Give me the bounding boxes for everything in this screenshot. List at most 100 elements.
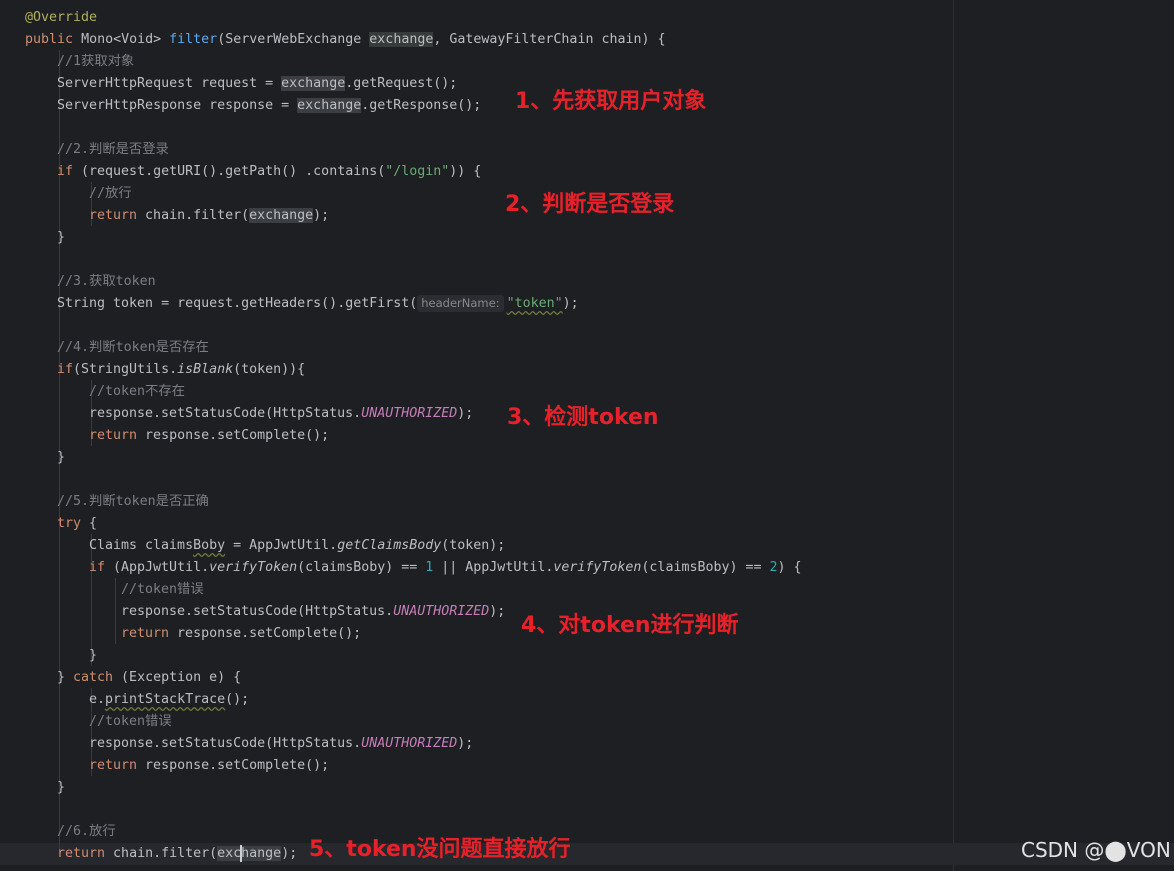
code-line[interactable]: return chain.filter(exchange);	[57, 843, 297, 865]
csdn-watermark: CSDN @⬤VON	[1021, 838, 1171, 862]
code-text: (AppJwtUtil.	[105, 560, 210, 575]
annotation-step-2: 2、判断是否登录	[505, 192, 675, 217]
code-text: response.setComplete();	[137, 758, 330, 773]
code-text: );	[457, 406, 474, 421]
static-method: verifyToken	[209, 560, 298, 575]
code-line[interactable]: if(StringUtils.isBlank(token)){	[57, 359, 305, 381]
code-text: (ServerWebExchange	[217, 32, 370, 47]
static-method: isBlank	[177, 362, 234, 377]
code-text: e.	[89, 692, 106, 707]
code-text: );	[562, 296, 579, 311]
close-brace: }	[57, 780, 66, 795]
code-text: response.setStatusCode(HttpStatus.	[121, 604, 394, 619]
close-brace: }	[57, 450, 66, 465]
code-text: (claimsBoby) ==	[641, 560, 770, 575]
code-text: String token = request.getHeaders().getF…	[57, 296, 418, 311]
keyword: if	[89, 560, 106, 575]
code-text: response.setComplete();	[137, 428, 330, 443]
code-line[interactable]: response.setStatusCode(HttpStatus.UNAUTH…	[89, 733, 473, 755]
typo-highlight: Boby	[193, 538, 226, 553]
code-line[interactable]: e.printStackTrace();	[89, 689, 249, 711]
code-comment: //5.判断token是否正确	[57, 494, 209, 509]
code-comment: //放行	[89, 186, 132, 201]
keyword: return	[89, 208, 138, 223]
annotation-step-1: 1、先获取用户对象	[515, 89, 707, 114]
code-line[interactable]: if (request.getURI().getPath() .contains…	[57, 161, 481, 183]
code-comment: //token错误	[89, 714, 172, 729]
code-comment: //3.获取token	[57, 274, 156, 289]
code-text: || AppJwtUtil.	[433, 560, 554, 575]
code-line[interactable]: @Override	[25, 7, 97, 29]
keyword: if	[57, 362, 74, 377]
annotation-step-4: 4、对token进行判断	[521, 613, 739, 638]
code-line[interactable]: } catch (Exception e) {	[57, 667, 241, 689]
code-text: (token)){	[233, 362, 306, 377]
code-line[interactable]: public Mono<Void> filter(ServerWebExchan…	[25, 29, 666, 51]
static-method: getClaimsBody	[337, 538, 442, 553]
code-text: );	[313, 208, 330, 223]
exchange-highlight: exchange	[297, 98, 362, 113]
constant: UNAUTHORIZED	[393, 604, 490, 619]
code-text: .getResponse();	[361, 98, 482, 113]
code-line[interactable]: Claims claimsBoby = AppJwtUtil.getClaims…	[89, 535, 505, 557]
code-line[interactable]: return chain.filter(exchange);	[89, 205, 329, 227]
code-text: Claims claims	[89, 538, 194, 553]
constant: UNAUTHORIZED	[361, 736, 458, 751]
close-brace: }	[57, 230, 66, 245]
deprecated-call: printStackTrace	[105, 692, 226, 707]
keyword: return	[89, 758, 138, 773]
override-annotation: @Override	[25, 10, 98, 25]
code-text: ServerHttpResponse response =	[57, 98, 298, 113]
code-editor[interactable]: @Override public Mono<Void> filter(Serve…	[0, 0, 1174, 871]
keyword: public	[25, 32, 74, 47]
code-text: response.setStatusCode(HttpStatus.	[89, 406, 362, 421]
code-text: exc	[217, 846, 242, 861]
string-literal: "token"	[506, 296, 563, 311]
code-line[interactable]: return response.setComplete();	[121, 623, 361, 645]
string-literal: "/login"	[385, 164, 450, 179]
number-literal: 2	[769, 560, 778, 575]
exchange-highlight: exchange	[249, 208, 314, 223]
code-text: (request.getURI().getPath() .contains(	[73, 164, 386, 179]
code-text: response.setStatusCode(HttpStatus.	[89, 736, 362, 751]
code-text: , GatewayFilterChain chain) {	[433, 32, 666, 47]
code-text: );	[489, 604, 506, 619]
code-line[interactable]: return response.setComplete();	[89, 755, 329, 777]
code-text: }	[57, 670, 74, 685]
exchange-highlight: exchange	[217, 844, 282, 862]
code-text: = AppJwtUtil.	[225, 538, 338, 553]
keyword: catch	[73, 670, 114, 685]
keyword: return	[89, 428, 138, 443]
code-text: )) {	[449, 164, 482, 179]
indent-guide	[115, 578, 116, 644]
code-text: (StringUtils.	[73, 362, 178, 377]
code-comment: //1获取对象	[57, 54, 135, 69]
annotation-step-3: 3、检测token	[507, 405, 659, 430]
right-margin-guide	[953, 0, 954, 871]
code-comment: //6.放行	[57, 824, 116, 839]
code-line[interactable]: String token = request.getHeaders().getF…	[57, 293, 579, 315]
close-brace: }	[89, 648, 98, 663]
code-text: chain.filter(	[137, 208, 250, 223]
parameter-hint: headerName:	[417, 295, 504, 312]
code-line[interactable]: ServerHttpRequest request = exchange.get…	[57, 73, 457, 95]
code-comment: //2.判断是否登录	[57, 142, 169, 157]
code-comment: //token不存在	[89, 384, 185, 399]
code-line[interactable]: response.setStatusCode(HttpStatus.UNAUTH…	[89, 403, 473, 425]
code-line[interactable]: try {	[57, 513, 97, 535]
static-method: verifyToken	[553, 560, 642, 575]
code-text: .getRequest();	[345, 76, 458, 91]
code-line[interactable]: if (AppJwtUtil.verifyToken(claimsBoby) =…	[89, 557, 802, 579]
code-text: );	[281, 846, 298, 861]
code-line[interactable]: return response.setComplete();	[89, 425, 329, 447]
code-text: (token);	[441, 538, 506, 553]
code-comment: //token错误	[121, 582, 204, 597]
return-type: Mono<Void>	[81, 32, 162, 47]
code-line[interactable]: ServerHttpResponse response = exchange.g…	[57, 95, 481, 117]
annotation-step-5: 5、token没问题直接放行	[309, 837, 571, 862]
method-name: filter	[169, 32, 218, 47]
code-text: hange	[241, 846, 282, 861]
code-line[interactable]: response.setStatusCode(HttpStatus.UNAUTH…	[121, 601, 505, 623]
code-text: ServerHttpRequest request =	[57, 76, 282, 91]
code-text: ) {	[777, 560, 802, 575]
